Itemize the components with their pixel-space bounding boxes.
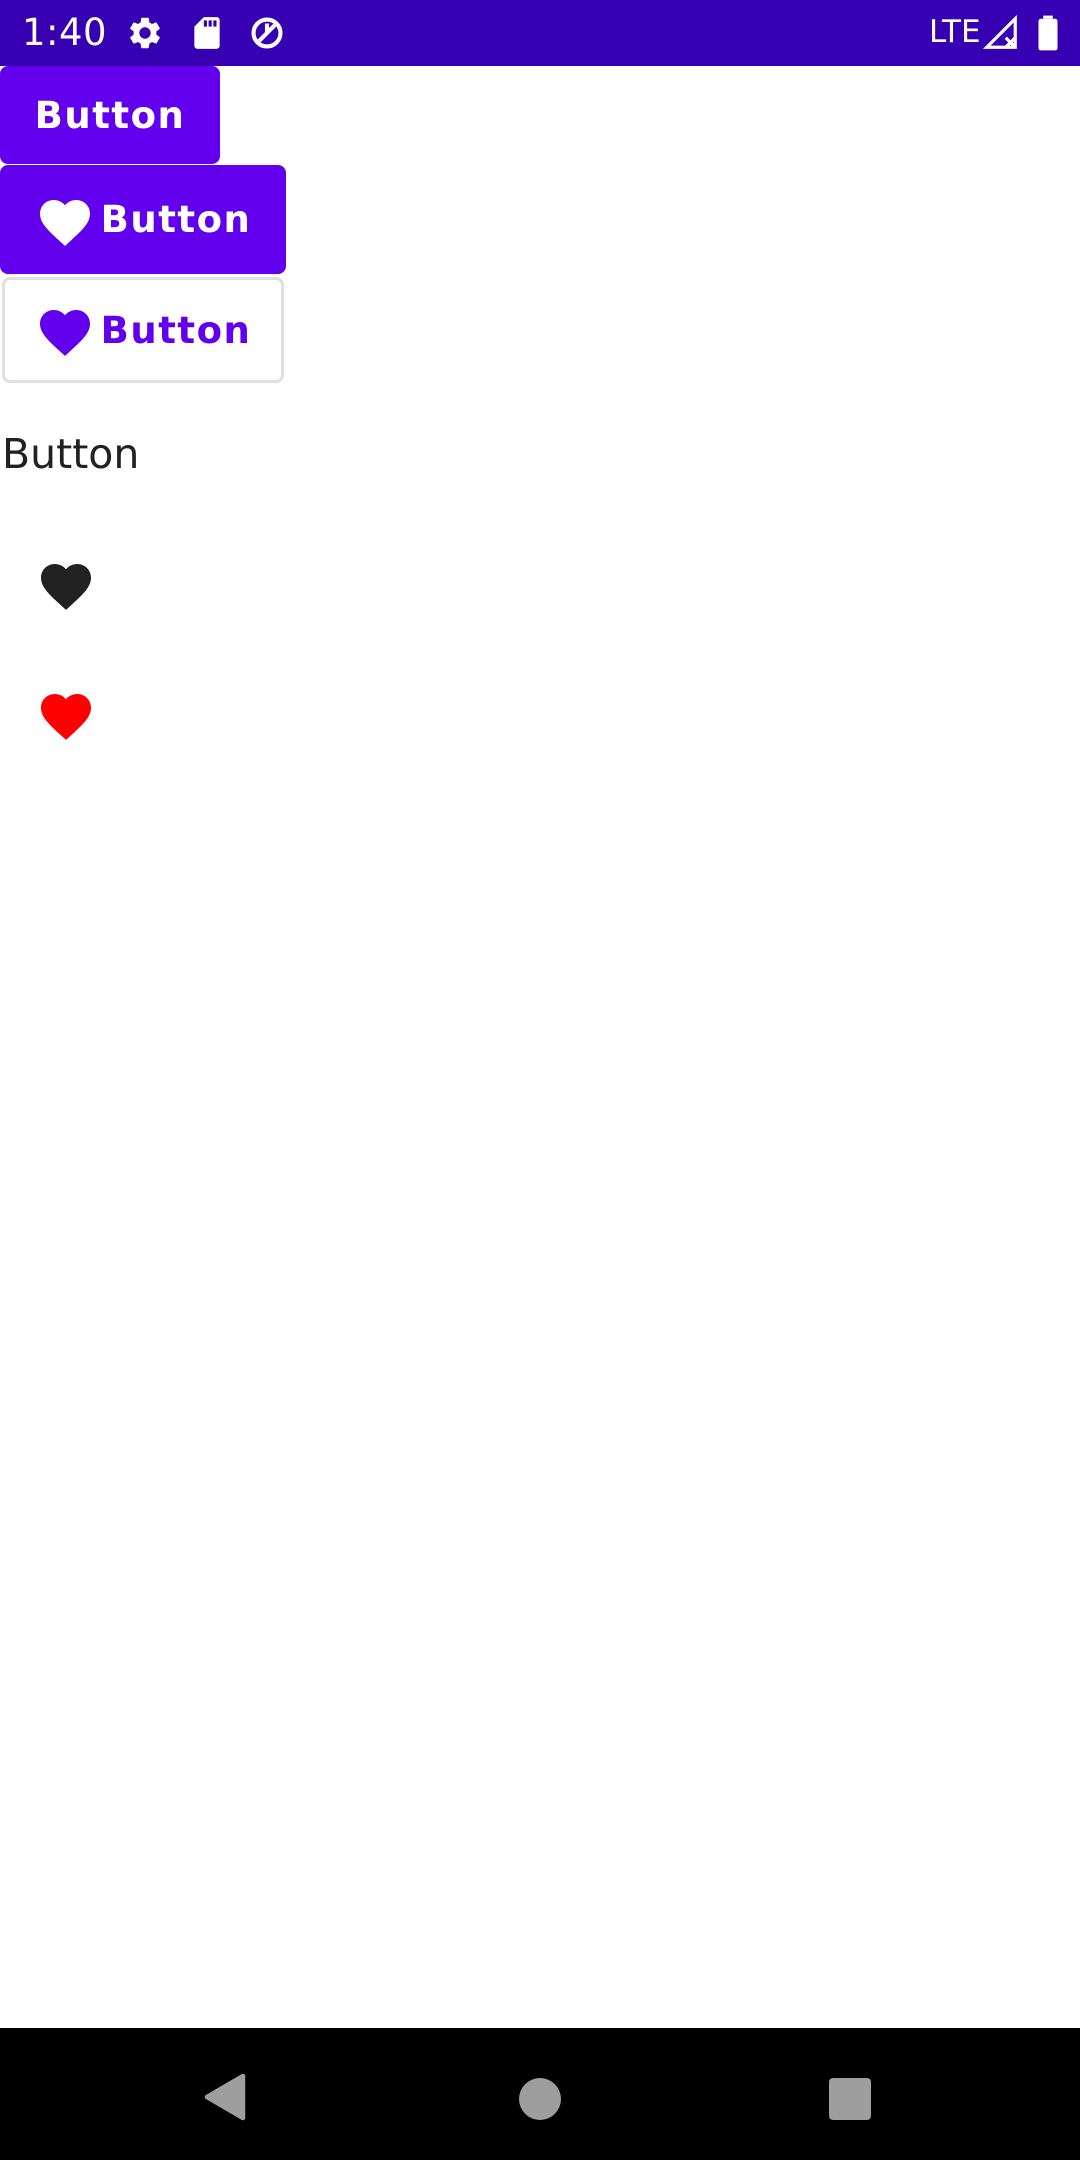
button-outlined[interactable]: Button xyxy=(2,277,284,383)
heart-dark-icon[interactable] xyxy=(36,556,96,612)
button-filled[interactable]: Button xyxy=(0,66,220,164)
button-filled-label: Button xyxy=(34,93,186,137)
gear-icon xyxy=(130,17,160,49)
recents-icon[interactable] xyxy=(829,2078,871,2120)
button-with-icon[interactable]: Button xyxy=(0,165,286,274)
home-icon[interactable] xyxy=(519,2078,561,2120)
sd-card-icon xyxy=(194,17,220,49)
battery-icon xyxy=(1038,15,1058,51)
heart-red-icon[interactable] xyxy=(36,686,96,742)
signal-icon xyxy=(982,14,1017,49)
heart-icon xyxy=(39,310,90,356)
status-bar: 1:40 LTE xyxy=(0,0,1080,66)
button-outlined-label: Button xyxy=(100,308,252,352)
back-icon[interactable] xyxy=(204,2073,246,2121)
network-type: LTE xyxy=(929,14,981,50)
app-screen: 1:40 LTE Button Button Button Button xyxy=(0,0,1080,2160)
text-button[interactable]: Button xyxy=(2,426,139,482)
button-with-icon-label: Button xyxy=(100,198,252,241)
heart-icon xyxy=(39,199,90,246)
data-saver-icon xyxy=(251,17,283,49)
navigation-bar xyxy=(0,2028,1080,2160)
status-time: 1:40 xyxy=(22,11,108,54)
